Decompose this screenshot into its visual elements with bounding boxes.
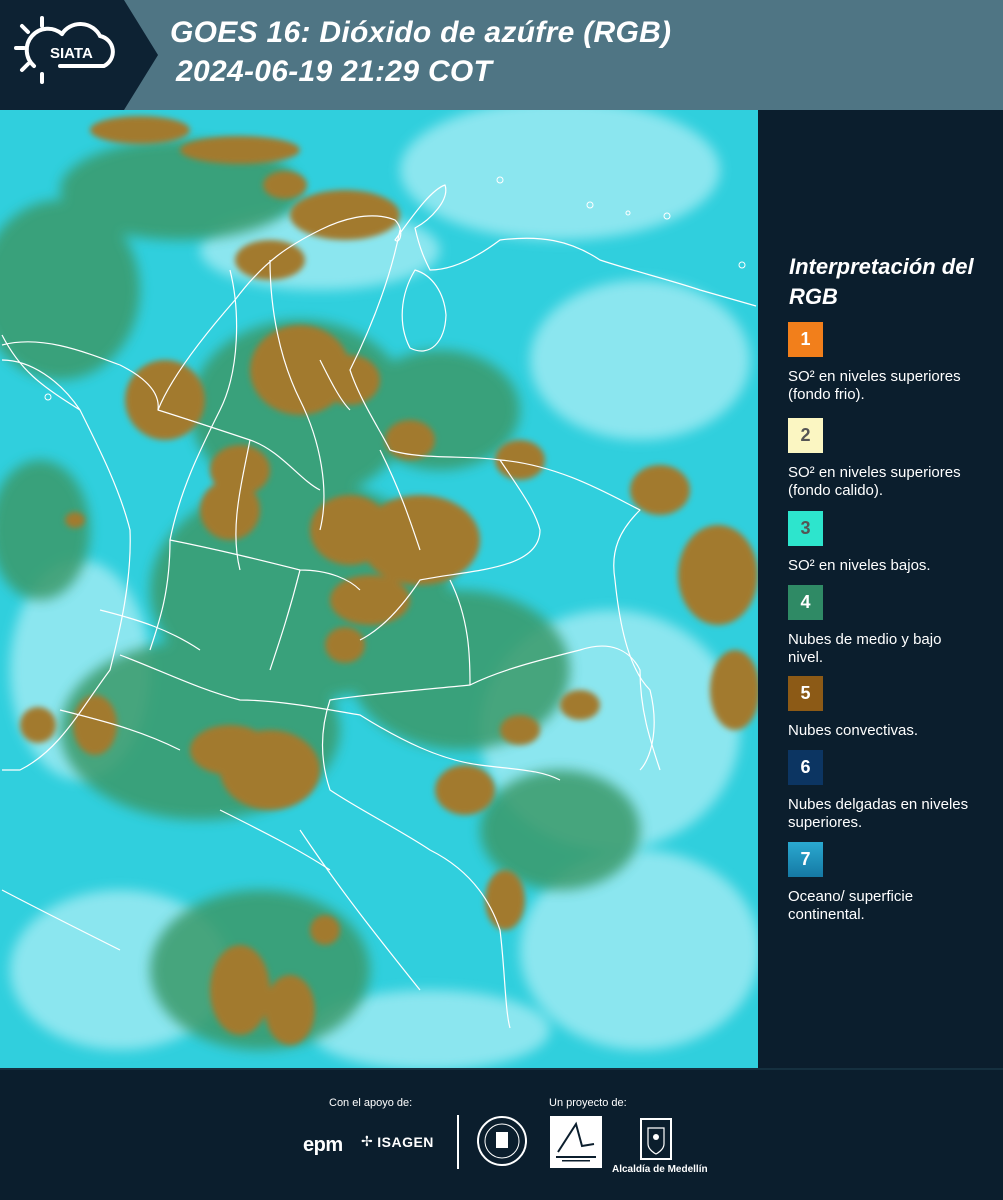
legend-item-7: 7 Oceano/ superficie continental. [788, 842, 988, 924]
legend-item-1: 1 SO² en niveles superiores (fondo frio)… [788, 322, 988, 404]
siata-logo-text: SIATA [50, 45, 93, 62]
legend-number: 7 [800, 849, 811, 869]
legend-number: 1 [800, 329, 811, 349]
epm-logo: epm [303, 1134, 343, 1156]
legend-label: Nubes de medio y bajo nivel. [788, 631, 942, 666]
legend-item-6: 6 Nubes delgadas en niveles superiores. [788, 750, 988, 832]
legend-swatch: 3 [788, 511, 823, 546]
legend-number: 4 [800, 592, 811, 612]
legend-title: Interpretación del RGB [789, 254, 974, 309]
legend-label: SO² en niveles bajos. [788, 557, 931, 574]
area-metropolitana-logo [550, 1116, 602, 1168]
page-title: GOES 16: Dióxido de azúfre (RGB) [170, 16, 672, 49]
support-label: Con el apoyo de: [329, 1097, 413, 1109]
legend-swatch: 4 [788, 585, 823, 620]
footer-divider-line [0, 1068, 1003, 1070]
legend-number: 3 [800, 518, 811, 538]
area-mark-icon [556, 1121, 596, 1162]
legend-number: 6 [800, 757, 811, 777]
legend-number: 2 [800, 425, 811, 445]
legend-swatch: 7 [788, 842, 823, 877]
legend-swatch: 6 [788, 750, 823, 785]
shield-emblem-icon [647, 1127, 665, 1155]
legend-label: Oceano/ superficie continental. [788, 888, 914, 923]
satellite-map [0, 110, 758, 1068]
legend-swatch: 5 [788, 676, 823, 711]
university-seal-icon [477, 1116, 527, 1166]
legend-item-3: 3 SO² en niveles bajos. [788, 511, 988, 575]
project-label: Un proyecto de: [549, 1097, 627, 1109]
rgb-image [0, 110, 758, 1068]
seal-emblem-icon [484, 1123, 520, 1159]
header: SIATA GOES 16: Dióxido de azúfre (RGB) 2… [0, 0, 1003, 110]
legend-number: 5 [800, 683, 811, 703]
legend-label: SO² en niveles superiores (fondo calido)… [788, 464, 961, 499]
footer: Con el apoyo de: Un proyecto de: epm ✢ I… [0, 1068, 1003, 1200]
alcaldia-shield-icon [640, 1118, 672, 1160]
legend-item-4: 4 Nubes de medio y bajo nivel. [788, 585, 988, 667]
legend-swatch: 2 [788, 418, 823, 453]
legend-panel: Interpretación del RGB 1 SO² en niveles … [760, 110, 1003, 1068]
legend-label: SO² en niveles superiores (fondo frio). [788, 368, 961, 403]
alcaldia-label: Alcaldía de Medellín [612, 1164, 708, 1175]
legend-label: Nubes convectivas. [788, 722, 919, 739]
legend-label: Nubes delgadas en niveles superiores. [788, 796, 969, 831]
isagen-logo: ✢ ISAGEN [361, 1133, 434, 1150]
logo-divider [457, 1115, 459, 1169]
legend-item-5: 5 Nubes convectivas. [788, 676, 988, 740]
isagen-label: ISAGEN [377, 1133, 434, 1150]
timestamp: 2024-06-19 21:29 COT [176, 55, 493, 88]
legend-swatch: 1 [788, 322, 823, 357]
legend-item-2: 2 SO² en niveles superiores (fondo calid… [788, 418, 988, 500]
isagen-mark-icon: ✢ [361, 1133, 374, 1149]
